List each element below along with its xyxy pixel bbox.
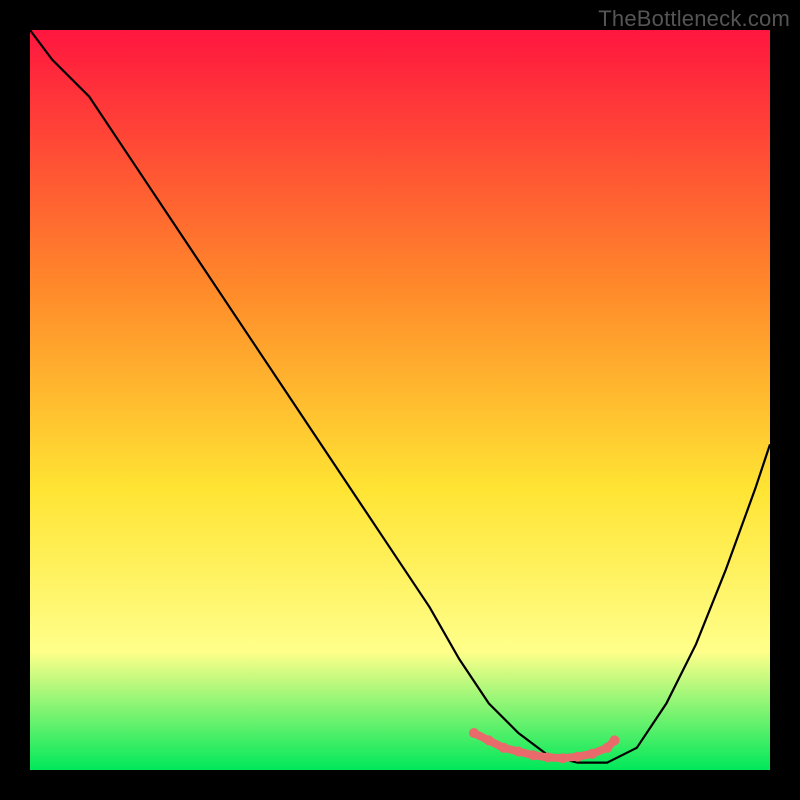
plot-area <box>30 30 770 770</box>
cluster-dot <box>484 735 494 745</box>
cluster-dot <box>587 749 597 759</box>
cluster-dot <box>528 750 538 760</box>
cluster-dot <box>602 743 612 753</box>
cluster-dot <box>610 735 620 745</box>
gradient-background <box>30 30 770 770</box>
cluster-dot <box>469 728 479 738</box>
cluster-dot <box>543 752 553 762</box>
cluster-dot <box>558 753 568 763</box>
cluster-dot <box>499 743 509 753</box>
watermark-text: TheBottleneck.com <box>598 6 790 32</box>
chart-svg <box>30 30 770 770</box>
chart-frame: TheBottleneck.com <box>0 0 800 800</box>
cluster-dot <box>573 752 583 762</box>
cluster-dot <box>513 747 523 757</box>
